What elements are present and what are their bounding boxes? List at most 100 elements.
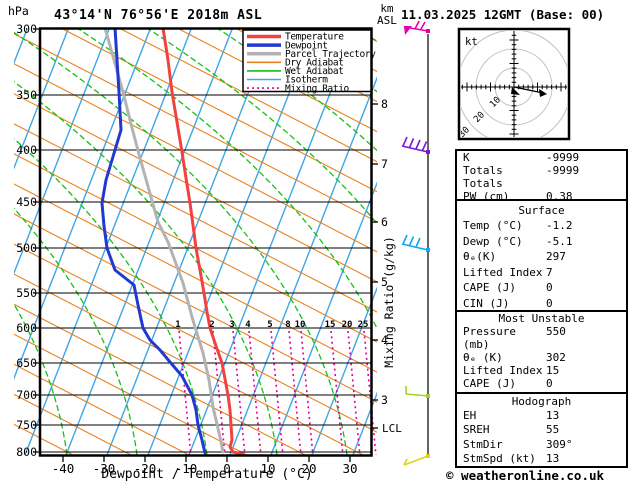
- altitude-axis-unit-asl: ASL: [377, 14, 397, 27]
- mixing-ratio-label: 2: [209, 320, 214, 330]
- pressure-tick-label: 600: [16, 321, 37, 335]
- mixing-ratio-label: 5: [267, 320, 272, 330]
- stat-label: EH: [463, 409, 477, 423]
- legend-label: Mixing Ratio: [285, 83, 350, 94]
- stats-row: K -9999: [457, 151, 626, 164]
- mixing-ratio-label: 1: [175, 320, 180, 330]
- pressure-tick-label: 650: [16, 356, 37, 370]
- stat-label: StmDir: [463, 437, 503, 451]
- lcl-label: LCL: [382, 422, 402, 435]
- stats-row: Pressure (mb) 550: [457, 325, 626, 351]
- stat-label: Totals Totals: [463, 164, 503, 190]
- temperature-tick-label: -40: [52, 461, 75, 476]
- mixing-ratio-label: 20: [342, 320, 353, 330]
- wind-barb: [401, 136, 430, 154]
- pressure-tick-label: 750: [16, 418, 37, 432]
- stat-value: 13: [546, 409, 560, 423]
- stats-box-most-unstable: Most Unstable Pressure (mb) 550 θₑ (K) 302 Li…: [455, 310, 628, 403]
- stat-label: θₑ (K): [463, 351, 503, 364]
- km-tick-label: 7: [381, 157, 388, 171]
- isotherm-line: [65, 29, 233, 455]
- stat-value: 550: [546, 325, 566, 338]
- stat-label: Dewp (°C): [463, 234, 523, 248]
- pressure-tick-label: 500: [16, 241, 37, 255]
- stat-label: StmSpd (kt): [463, 451, 536, 465]
- stat-value: 297: [546, 250, 566, 263]
- pressure-tick-label: 550: [16, 286, 37, 300]
- stat-value: -5.1: [546, 234, 573, 248]
- mixing-ratio-line: [363, 330, 377, 455]
- wind-barb: [405, 386, 430, 398]
- pressure-tick-label: 300: [16, 22, 37, 36]
- stat-value: 7: [546, 265, 553, 279]
- pressure-tick-label: 700: [16, 388, 37, 402]
- mixing-ratio-label: 8: [285, 320, 290, 330]
- hodograph-unit-label: kt: [465, 36, 478, 48]
- stats-row: StmDir 309°: [457, 438, 626, 451]
- stats-row: Lifted Index 7: [457, 266, 626, 279]
- wind-barb: [403, 454, 430, 466]
- stats-row: CAPE (J) 0: [457, 281, 626, 294]
- stats-row: CAPE (J) 0: [457, 377, 626, 390]
- stat-label: Lifted Index: [463, 364, 543, 377]
- dewpoint-curve: [100, 29, 207, 455]
- stat-value: 55: [546, 423, 560, 437]
- stats-box-header: Surface: [518, 203, 565, 217]
- stat-label: SREH: [463, 423, 490, 437]
- stat-value: -1.2: [546, 219, 573, 232]
- legend: TemperatureDewpointParcel TrajectoryDry …: [242, 29, 377, 94]
- skewt-sounding-page: 300 350 400 450 500 550 600 650 700 750 800 1 2 3 4 5 8 1…: [0, 0, 629, 486]
- stat-label: Lifted Index: [463, 265, 543, 279]
- stat-label: CAPE (J): [463, 281, 516, 294]
- stat-value: 15: [546, 364, 560, 377]
- station-title: 43°14'N 76°56'E 2018m ASL: [54, 8, 263, 23]
- stats-row: Lifted Index 15: [457, 364, 626, 377]
- stat-value: 302: [546, 351, 566, 364]
- mixing-ratio-label: 15: [325, 320, 336, 330]
- pressure-tick-label: 450: [16, 195, 37, 209]
- stat-label: CAPE (J): [463, 377, 516, 390]
- stats-row: θₑ (K) 302: [457, 351, 626, 364]
- mixing-ratio-line: [248, 330, 262, 455]
- x-axis-label: Dewpoint / Temperature (°C): [101, 467, 312, 482]
- temperature-tick-label: 30: [342, 461, 357, 476]
- valid-datetime: 11.03.2025 12GMT (Base: 00): [401, 7, 605, 22]
- mixing-ratio-label: 10: [295, 320, 306, 330]
- stats-row: CIN (J) 0: [457, 297, 626, 310]
- pressure-tick-label: 800: [16, 445, 37, 459]
- stat-value: 0: [546, 296, 553, 310]
- wind-barb-column: [401, 20, 430, 466]
- stats-box-indices: K -9999 Totals Totals -9999 PW (cm) 0.38: [455, 149, 628, 203]
- stat-value: -9999: [546, 164, 580, 177]
- stats-row: SREH 55: [457, 423, 626, 436]
- stat-value: 0: [546, 281, 553, 294]
- stats-row: Temp (°C) -1.2: [457, 219, 626, 232]
- stat-label: θₑ(K): [463, 250, 497, 263]
- km-tick-label: 8: [381, 97, 388, 111]
- pressure-axis-unit: hPa: [8, 4, 29, 18]
- mixing-ratio-label: 4: [245, 320, 251, 330]
- stats-box-header: Hodograph: [511, 395, 572, 409]
- stats-row: Totals Totals -9999: [457, 164, 626, 190]
- stats-row: θₑ(K) 297: [457, 250, 626, 263]
- stat-label: Pressure (mb): [463, 325, 516, 351]
- pressure-tick-label: 400: [16, 143, 37, 157]
- wind-barb: [401, 234, 430, 252]
- wind-barb: [403, 20, 430, 35]
- stat-label: Temp (°C): [463, 219, 523, 232]
- stat-label: CIN (J): [463, 296, 510, 310]
- altitude-axis-unit: km ASL: [377, 3, 397, 27]
- pressure-tick-label: 350: [16, 88, 37, 102]
- mixing-ratio-label: 3: [229, 320, 234, 330]
- stats-box-surface: Surface Temp (°C) -1.2 Dewp (°C) -5.1 θₑ(K) 29…: [455, 199, 628, 314]
- stats-row: EH 13: [457, 409, 626, 422]
- temperature-curve: [161, 29, 244, 455]
- copyright-footer: © weatheronline.co.uk: [446, 468, 605, 483]
- stat-value: -9999: [546, 151, 580, 164]
- stat-label: K: [463, 151, 470, 164]
- km-tick-label: 3: [381, 393, 388, 407]
- stat-value: 13: [546, 451, 560, 465]
- km-tick-label: 6: [381, 215, 388, 229]
- mixing-ratio-line: [347, 330, 361, 455]
- stat-value: 309°: [546, 437, 573, 451]
